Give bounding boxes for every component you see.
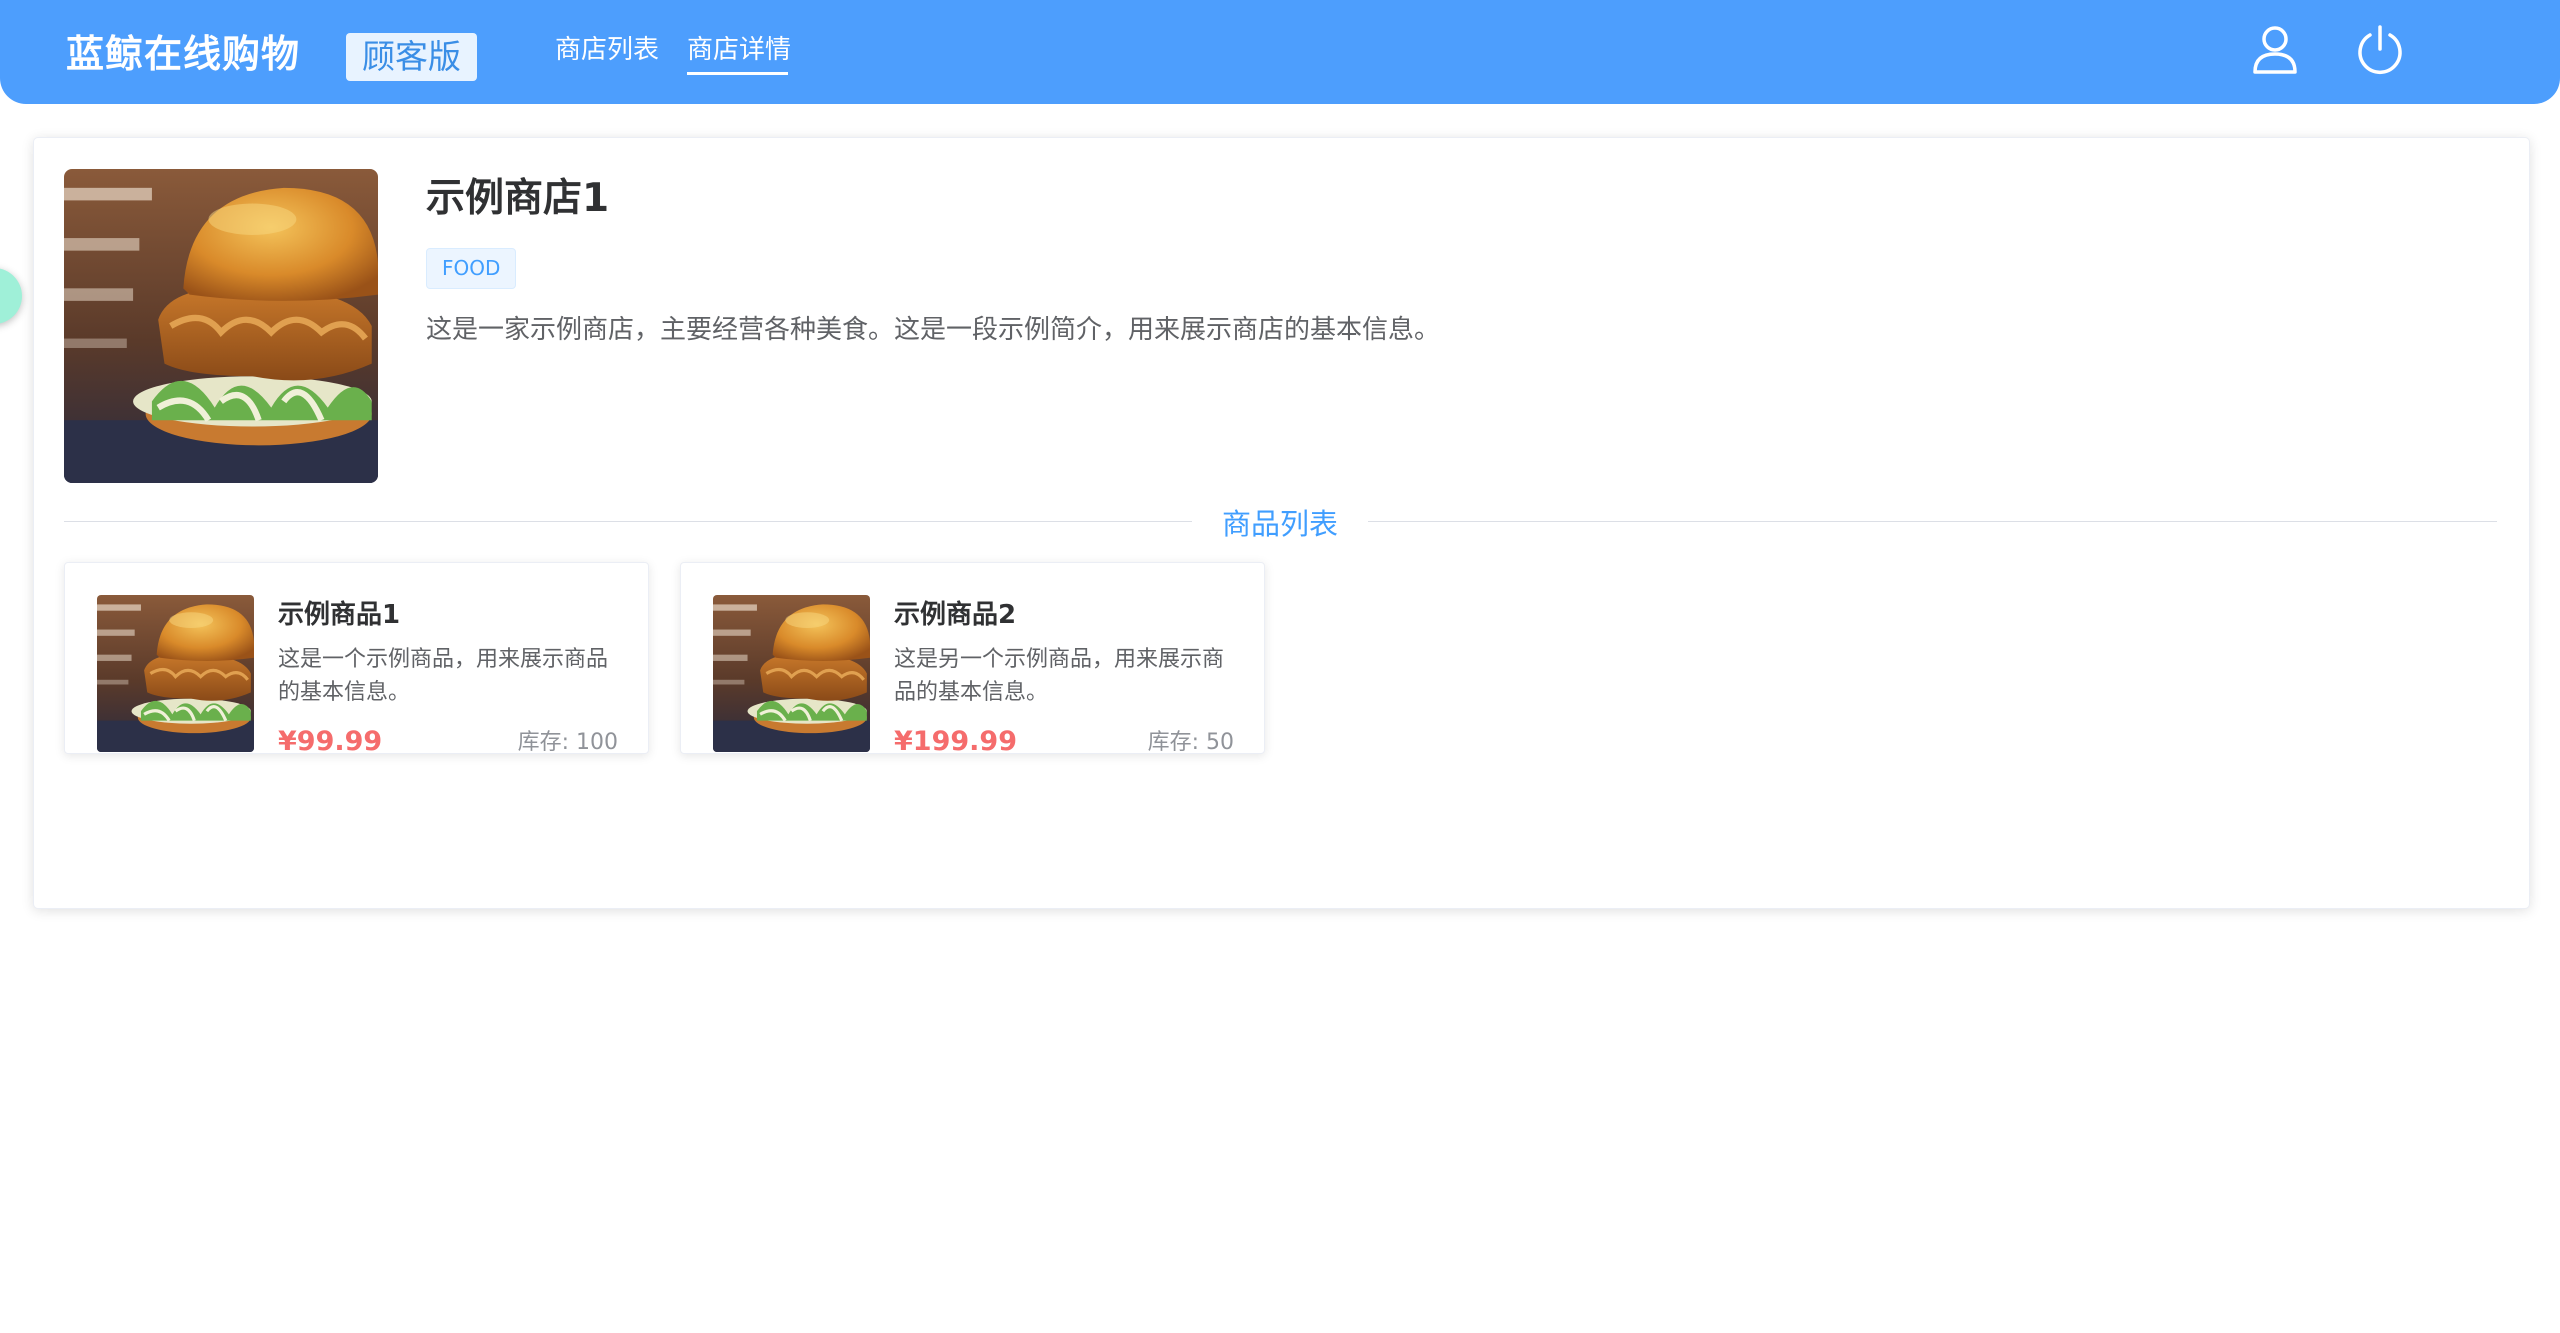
shop-name: 示例商店1	[426, 176, 610, 221]
divider-right	[1368, 521, 2497, 522]
product-stock: 库存: 100	[517, 730, 618, 754]
shop-description: 这是一家示例商店，主要经营各种美食。这是一段示例简介，用来展示商店的基本信息。	[426, 315, 1441, 345]
divider-left	[64, 521, 1192, 522]
product-card[interactable]: 示例商品2 这是另一个示例商品，用来展示商品的基本信息。 ¥199.99 库存:…	[680, 562, 1265, 754]
product-image	[97, 595, 254, 752]
shop-category-tag: FOOD	[426, 248, 517, 289]
product-image	[713, 595, 870, 752]
shop-image	[64, 169, 378, 483]
product-name: 示例商品2	[894, 600, 1017, 630]
nav-shop-detail[interactable]: 商店详情	[687, 32, 791, 68]
product-price: ¥99.99	[278, 726, 383, 754]
edition-badge: 顾客版	[346, 33, 477, 81]
active-nav-indicator	[687, 72, 788, 75]
product-card[interactable]: 示例商品1 这是一个示例商品，用来展示商品的基本信息。 ¥99.99 库存: 1…	[64, 562, 649, 754]
app-logo: 蓝鲸在线购物	[66, 32, 301, 76]
product-description: 这是一个示例商品，用来展示商品的基本信息。	[278, 647, 609, 705]
product-description: 这是另一个示例商品，用来展示商品的基本信息。	[894, 647, 1225, 705]
power-icon[interactable]	[2352, 22, 2408, 78]
product-price: ¥199.99	[894, 726, 1017, 754]
app-header: 蓝鲸在线购物 顾客版 商店列表 商店详情	[0, 0, 2560, 104]
product-stock: 库存: 50	[1147, 730, 1234, 754]
nav-shop-list[interactable]: 商店列表	[555, 32, 659, 68]
product-name: 示例商品1	[278, 600, 401, 630]
side-drawer-handle[interactable]	[0, 268, 22, 324]
section-title: 商品列表	[1221, 507, 1338, 541]
user-icon[interactable]	[2247, 22, 2303, 78]
